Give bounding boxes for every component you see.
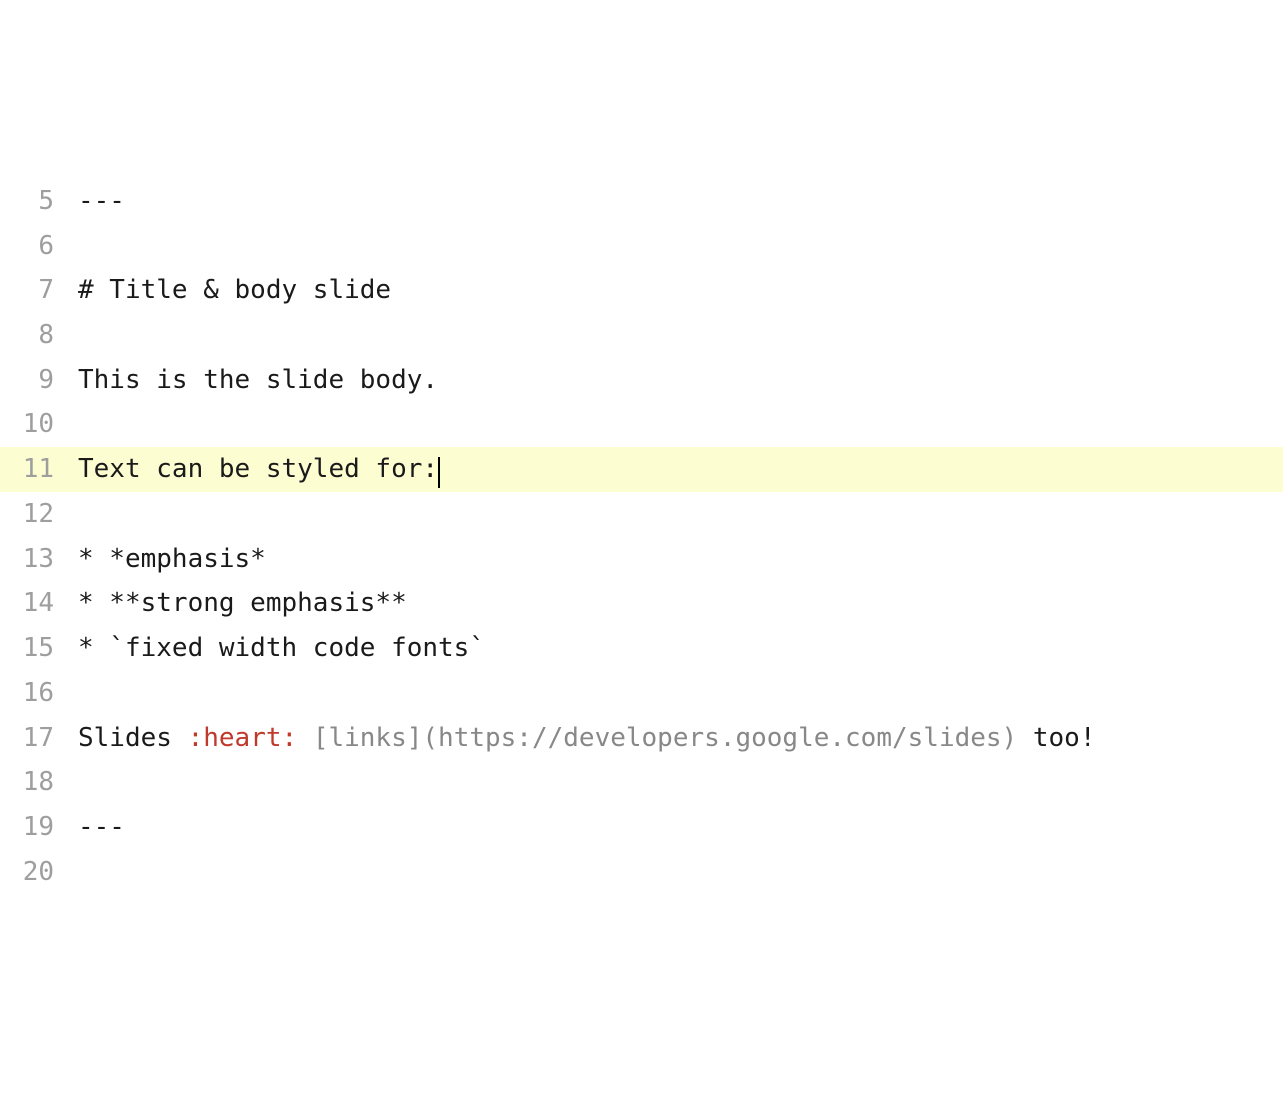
line-content[interactable]: Text can be styled for: bbox=[68, 447, 1283, 492]
line-number: 18 bbox=[0, 760, 68, 805]
line-content[interactable]: --- bbox=[68, 805, 1283, 850]
line-number: 8 bbox=[0, 313, 68, 358]
line-number: 14 bbox=[0, 581, 68, 626]
line-content[interactable]: This is the slide body. bbox=[68, 358, 1283, 403]
editor-line[interactable]: 6 bbox=[0, 224, 1283, 269]
editor-line[interactable]: 19--- bbox=[0, 805, 1283, 850]
editor-line[interactable]: 18 bbox=[0, 760, 1283, 805]
line-number: 6 bbox=[0, 224, 68, 269]
editor-line[interactable]: 11Text can be styled for: bbox=[0, 447, 1283, 492]
code-editor[interactable]: 5---67# Title & body slide89This is the … bbox=[0, 179, 1283, 895]
line-number: 5 bbox=[0, 179, 68, 224]
editor-line[interactable]: 7# Title & body slide bbox=[0, 268, 1283, 313]
editor-line[interactable]: 15* `fixed width code fonts` bbox=[0, 626, 1283, 671]
line-number: 11 bbox=[0, 447, 68, 492]
line-content[interactable]: Slides :heart: [links](https://developer… bbox=[68, 716, 1283, 761]
editor-line[interactable]: 20 bbox=[0, 850, 1283, 895]
line-number: 16 bbox=[0, 671, 68, 716]
line-content[interactable]: # Title & body slide bbox=[68, 268, 1283, 313]
editor-line[interactable]: 14* **strong emphasis** bbox=[0, 581, 1283, 626]
editor-line[interactable]: 16 bbox=[0, 671, 1283, 716]
editor-line[interactable]: 5--- bbox=[0, 179, 1283, 224]
line-content[interactable]: --- bbox=[68, 179, 1283, 224]
editor-line[interactable]: 17Slides :heart: [links](https://develop… bbox=[0, 716, 1283, 761]
line-number: 20 bbox=[0, 850, 68, 895]
editor-line[interactable]: 9This is the slide body. bbox=[0, 358, 1283, 403]
editor-line[interactable]: 13* *emphasis* bbox=[0, 537, 1283, 582]
line-content[interactable]: * **strong emphasis** bbox=[68, 581, 1283, 626]
editor-line[interactable]: 12 bbox=[0, 492, 1283, 537]
line-number: 10 bbox=[0, 402, 68, 447]
line-content[interactable]: * `fixed width code fonts` bbox=[68, 626, 1283, 671]
text-cursor bbox=[438, 457, 440, 488]
editor-line[interactable]: 8 bbox=[0, 313, 1283, 358]
line-number: 12 bbox=[0, 492, 68, 537]
line-content[interactable]: * *emphasis* bbox=[68, 537, 1283, 582]
line-number: 19 bbox=[0, 805, 68, 850]
line-number: 9 bbox=[0, 358, 68, 403]
line-number: 13 bbox=[0, 537, 68, 582]
editor-line[interactable]: 10 bbox=[0, 402, 1283, 447]
line-number: 17 bbox=[0, 716, 68, 761]
line-number: 7 bbox=[0, 268, 68, 313]
line-number: 15 bbox=[0, 626, 68, 671]
